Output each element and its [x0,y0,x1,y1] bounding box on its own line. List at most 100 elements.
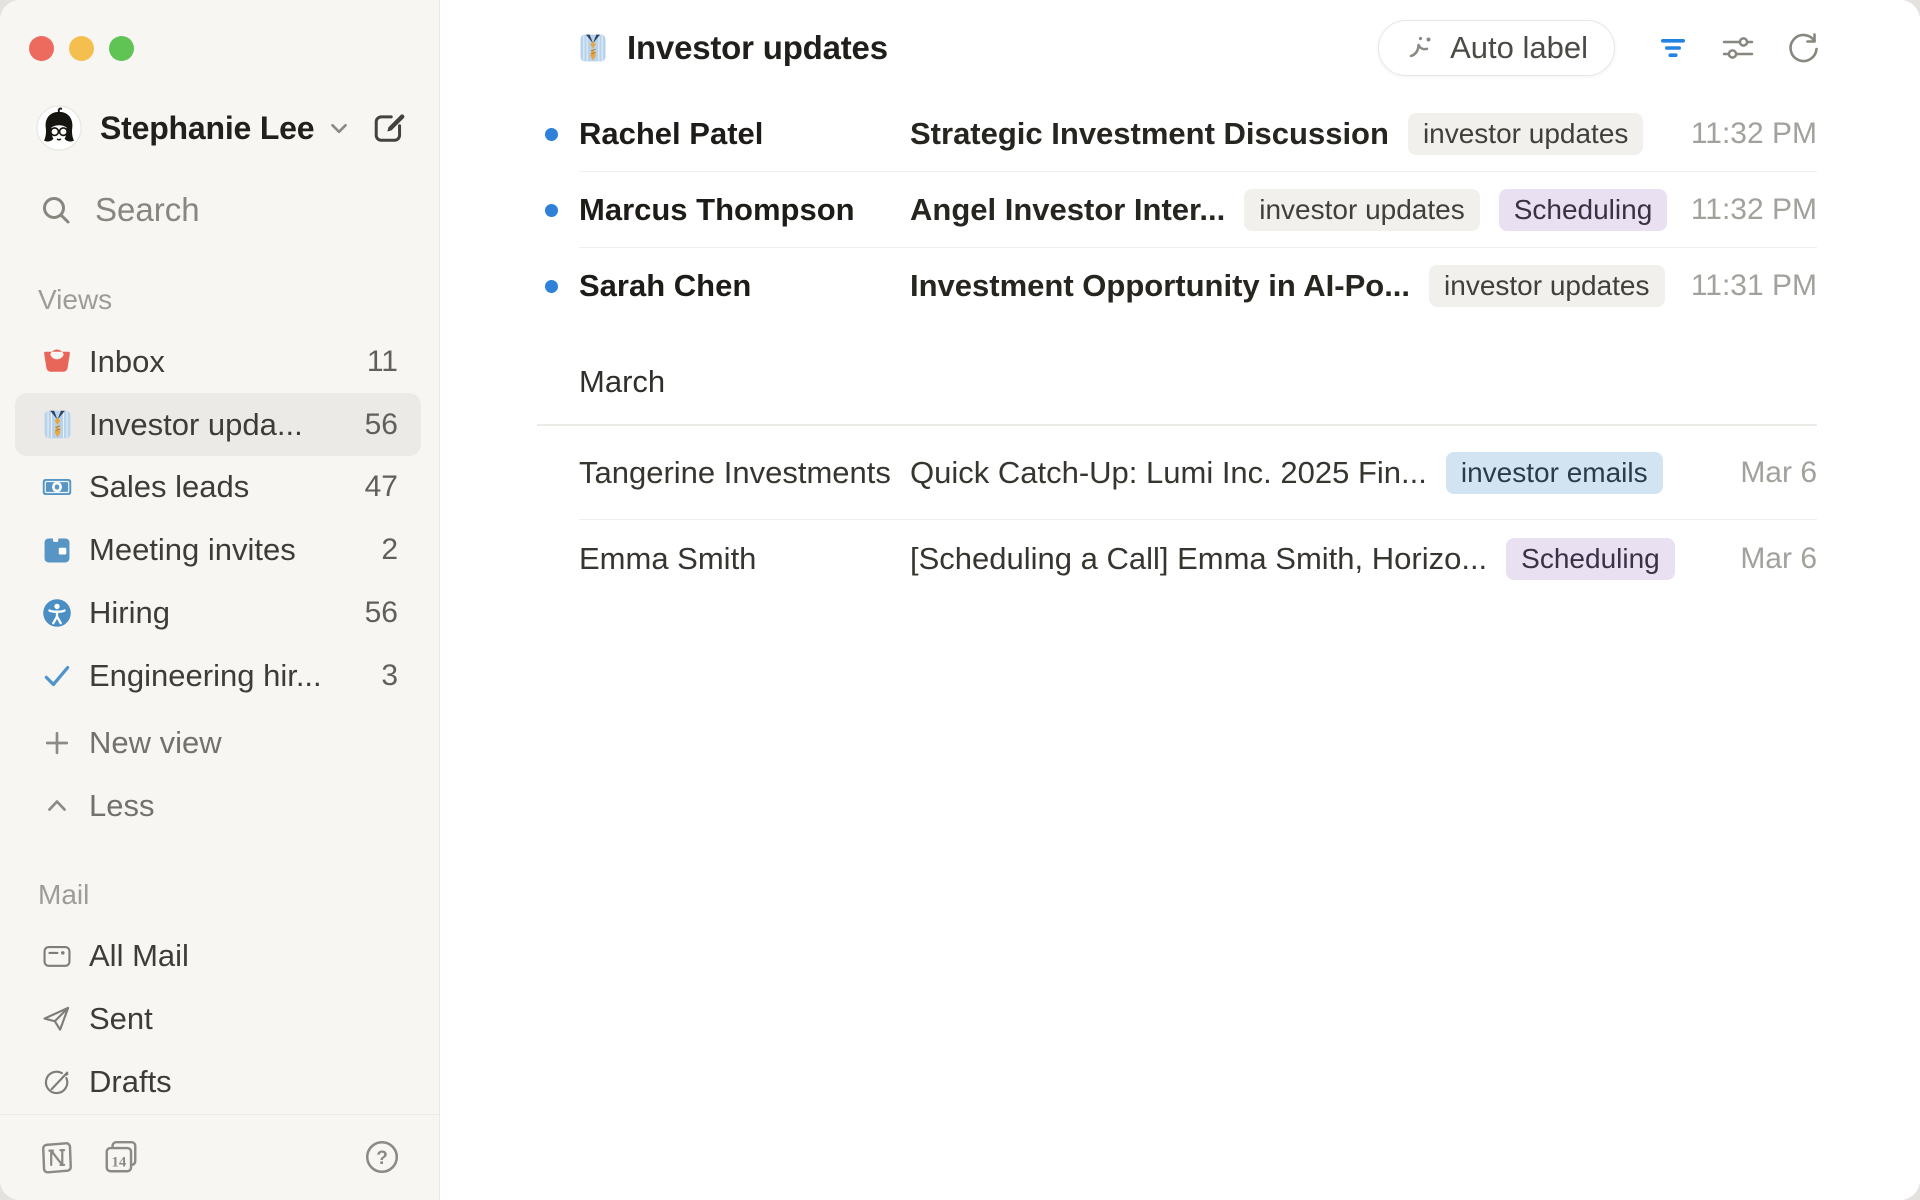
email-label-chip[interactable]: investor emails [1446,452,1663,494]
sidebar-footer: 14 ? [0,1114,439,1200]
refresh-icon[interactable] [1784,29,1822,67]
plus-icon [40,726,74,760]
email-time: 11:31 PM [1671,269,1817,303]
sidebar-item-investor-updates[interactable]: Investor upda... 56 [15,393,421,456]
notion-calendar-icon[interactable]: 14 [102,1138,140,1176]
sidebar-item-count: 2 [381,533,398,567]
help-button[interactable]: ? [363,1138,401,1176]
chevron-up-icon [40,789,74,823]
necktie-icon [40,408,74,442]
unread-dot [545,204,558,217]
sidebar-item-drafts[interactable]: Drafts [15,1051,421,1114]
email-sender: Sarah Chen [579,268,910,304]
email-row[interactable]: Emma Smith [Scheduling a Call] Emma Smit… [537,520,1817,598]
calendar-icon [40,533,74,567]
notion-logo-icon[interactable] [38,1138,76,1176]
unread-dot [545,280,558,293]
email-subject: Investment Opportunity in AI-Po... [910,268,1410,304]
email-label-chip[interactable]: Scheduling [1499,189,1668,231]
sidebar-item-label: Sent [89,1001,153,1037]
less-button[interactable]: Less [15,774,421,837]
all-mail-icon [40,939,74,973]
necktie-icon [578,33,608,63]
sidebar-item-count: 56 [365,596,398,630]
send-icon [40,1002,74,1036]
unread-dot [545,128,558,141]
sidebar: Stephanie Lee Search Views [0,0,440,1200]
main-header: Investor updates Auto label [440,0,1920,96]
sidebar-item-label: Sales leads [89,469,249,505]
sidebar-item-count: 47 [365,470,398,504]
date-group-header: March [537,324,1817,426]
sidebar-item-label: Hiring [89,595,170,631]
search-input[interactable]: Search [38,189,409,230]
compose-button[interactable] [369,108,409,148]
filter-icon[interactable] [1654,29,1692,67]
email-row[interactable]: Sarah Chen Investment Opportunity in AI-… [537,248,1817,324]
auto-label-button[interactable]: Auto label [1378,20,1615,76]
sidebar-item-engineering-hiring[interactable]: Engineering hir... 3 [15,645,421,708]
minimize-window-button[interactable] [69,36,94,61]
zoom-window-button[interactable] [109,36,134,61]
search-placeholder: Search [95,191,200,229]
svg-text:?: ? [376,1148,388,1169]
less-label: Less [89,788,154,824]
sidebar-item-count: 11 [367,345,398,379]
email-list: Rachel Patel Strategic Investment Discus… [440,96,1920,598]
email-row[interactable]: Tangerine Investments Quick Catch-Up: Lu… [537,426,1817,520]
email-time: Mar 6 [1720,542,1817,576]
sidebar-item-count: 56 [365,408,398,442]
display-settings-icon[interactable] [1719,29,1757,67]
sidebar-item-label: Engineering hir... [89,658,322,694]
sidebar-item-inbox[interactable]: Inbox 11 [15,330,421,393]
sidebar-item-sales-leads[interactable]: Sales leads 47 [15,456,421,519]
email-time: 11:32 PM [1671,117,1817,151]
email-subject: [Scheduling a Call] Emma Smith, Horizo..… [910,541,1487,577]
email-row[interactable]: Rachel Patel Strategic Investment Discus… [537,96,1817,172]
email-subject: Quick Catch-Up: Lumi Inc. 2025 Fin... [910,455,1427,491]
auto-label-text: Auto label [1450,30,1588,66]
search-icon [38,192,74,228]
page-title: Investor updates [627,29,888,67]
email-subject: Angel Investor Inter... [910,192,1225,228]
sidebar-item-label: All Mail [89,938,189,974]
sidebar-item-hiring[interactable]: Hiring 56 [15,582,421,645]
email-sender: Tangerine Investments [579,455,910,491]
sidebar-item-all-mail[interactable]: All Mail [15,925,421,988]
email-label-chip[interactable]: investor updates [1244,189,1479,231]
banknote-icon [40,470,74,504]
email-label-chip[interactable]: Scheduling [1506,538,1675,580]
email-time: 11:32 PM [1671,193,1817,227]
sidebar-item-label: Inbox [89,344,165,380]
close-window-button[interactable] [29,36,54,61]
check-icon [40,659,74,693]
avatar [36,105,82,151]
email-subject: Strategic Investment Discussion [910,116,1389,152]
account-switcher[interactable]: Stephanie Lee [36,105,409,151]
sidebar-item-label: Investor upda... [89,407,303,443]
magic-wand-icon [1405,32,1437,64]
app-window: Stephanie Lee Search Views [0,0,1920,1200]
user-name: Stephanie Lee [100,110,314,147]
views-section-label: Views [38,284,439,316]
email-sender: Emma Smith [579,541,910,577]
sidebar-item-meeting-invites[interactable]: Meeting invites 2 [15,519,421,582]
email-row[interactable]: Marcus Thompson Angel Investor Inter... … [537,172,1817,248]
sidebar-item-label: Meeting invites [89,532,296,568]
chevron-down-icon [326,115,352,141]
header-actions: Auto label [1378,20,1822,76]
new-view-label: New view [89,725,222,761]
mail-section-label: Mail [38,879,439,911]
email-label-chip[interactable]: investor updates [1408,113,1643,155]
drafts-icon [40,1065,74,1099]
main-panel: Investor updates Auto label [440,0,1920,1200]
email-label-chip[interactable]: investor updates [1429,265,1664,307]
email-sender: Marcus Thompson [579,192,910,228]
sidebar-item-count: 3 [381,659,398,693]
new-view-button[interactable]: New view [15,711,421,774]
sidebar-item-label: Drafts [89,1064,172,1100]
window-controls [29,36,439,61]
sidebar-item-sent[interactable]: Sent [15,988,421,1051]
email-time: Mar 6 [1720,456,1817,490]
inbox-icon [40,345,74,379]
